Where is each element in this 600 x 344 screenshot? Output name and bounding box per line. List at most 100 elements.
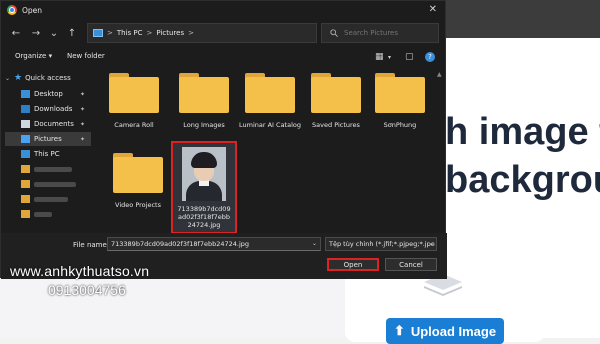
- folder-camera-roll[interactable]: Camera Roll: [101, 73, 167, 129]
- pc-icon: [93, 29, 103, 37]
- scroll-up-icon[interactable]: ▲: [437, 71, 442, 78]
- file-name-label: File name:: [73, 241, 110, 249]
- file-label: Saved Pictures: [312, 121, 360, 129]
- pc-icon: [21, 150, 30, 158]
- folder-icon: [179, 73, 229, 113]
- pin-icon: ✦: [79, 120, 85, 128]
- up-button[interactable]: ↑: [65, 25, 79, 41]
- folder-long-images[interactable]: Long Images: [171, 73, 237, 129]
- image-thumbnail: [182, 147, 226, 201]
- folder-icon: [21, 180, 30, 188]
- folder-icon: [21, 165, 30, 173]
- open-file-dialog: Open ✕ ← → ⌄ ↑ > This PC > Pictures > ⌄ …: [0, 0, 447, 279]
- file-label: 713389b7dcd09ad02f3f18f7ebb24724.jpg: [177, 205, 231, 229]
- watermark-phone: 0913004756: [48, 282, 126, 298]
- folder-video-projects[interactable]: Video Projects: [105, 153, 171, 209]
- recent-locations-button[interactable]: ⌄: [47, 25, 61, 41]
- pin-icon: ✦: [79, 135, 85, 143]
- new-folder-button[interactable]: New folder: [67, 52, 105, 60]
- close-button[interactable]: ✕: [429, 4, 437, 15]
- folder-icon: [21, 195, 30, 203]
- breadcrumb-separator: >: [146, 29, 153, 37]
- blurred-label: [34, 196, 68, 202]
- upload-image-button[interactable]: ⬆ Upload Image: [386, 318, 504, 344]
- folder-icon: [245, 73, 295, 113]
- folder-luminar-ai-catalog[interactable]: Luminar AI Catalog: [237, 73, 303, 129]
- sidebar-item-label: Pictures: [34, 135, 62, 143]
- chrome-icon: [7, 5, 17, 15]
- breadcrumb-pictures[interactable]: Pictures: [156, 29, 184, 37]
- watermark-url: www.anhkythuatso.vn: [10, 263, 150, 279]
- upload-image-label: Upload Image: [410, 323, 497, 339]
- sidebar-item-downloads[interactable]: Downloads ✦: [5, 102, 91, 116]
- help-icon[interactable]: ?: [425, 52, 435, 62]
- sidebar-item-label: This PC: [34, 150, 60, 158]
- navigation-pane: ⌄ ★ Quick access Desktop ✦ Downloads ✦ D…: [5, 71, 91, 231]
- selected-image-file[interactable]: 713389b7dcd09ad02f3f18f7ebb24724.jpg: [171, 141, 237, 234]
- sidebar-item-desktop[interactable]: Desktop ✦: [5, 87, 91, 101]
- folder-icon: [21, 210, 30, 218]
- sidebar-item-this-pc[interactable]: This PC: [5, 147, 91, 161]
- sidebar-item-quick-access[interactable]: ⌄ ★ Quick access: [5, 71, 91, 85]
- search-icon: [330, 29, 338, 37]
- view-dropdown-icon[interactable]: ▾: [388, 54, 391, 61]
- chevron-down-icon[interactable]: ⌄: [312, 240, 317, 247]
- headline-line-1: h image t: [445, 111, 600, 153]
- breadcrumb-this-pc[interactable]: This PC: [117, 29, 143, 37]
- downloads-icon: [21, 105, 30, 113]
- organize-button[interactable]: Organize ▾: [15, 52, 52, 60]
- title-bar: Open: [1, 1, 445, 19]
- forward-button[interactable]: →: [29, 25, 43, 41]
- sidebar-item-label: Desktop: [34, 90, 63, 98]
- navigation-bar: ← → ⌄ ↑ > This PC > Pictures > ⌄ ↻: [1, 23, 447, 45]
- cancel-button[interactable]: Cancel: [385, 258, 437, 271]
- dialog-title: Open: [22, 5, 43, 15]
- pictures-icon: [21, 135, 30, 143]
- file-label: Camera Roll: [114, 121, 154, 129]
- view-options-icon[interactable]: ▦: [375, 52, 384, 62]
- file-label: Long Images: [183, 121, 225, 129]
- back-button[interactable]: ←: [9, 25, 23, 41]
- sidebar-item-blurred[interactable]: [5, 177, 91, 191]
- background-headline: h image t backgrou: [445, 108, 600, 204]
- sidebar-item-label: Quick access: [25, 74, 71, 82]
- chevron-down-icon[interactable]: ⌄: [429, 240, 434, 247]
- folder-sonphung[interactable]: SơnPhung: [367, 73, 433, 129]
- sidebar-item-blurred[interactable]: [5, 207, 91, 221]
- blurred-label: [34, 166, 72, 172]
- pin-icon: ✦: [79, 105, 85, 113]
- headline-line-2: backgrou: [445, 159, 600, 201]
- folder-icon: [109, 73, 159, 113]
- folder-icon: [375, 73, 425, 113]
- file-label: Luminar AI Catalog: [239, 121, 301, 129]
- file-type-select[interactable]: Tệp tùy chỉnh (*.jfif;*.pjpeg;*.jpe: [325, 237, 437, 251]
- file-name-input[interactable]: [107, 237, 321, 251]
- breadcrumb-separator: >: [188, 29, 194, 37]
- blurred-label: [34, 181, 76, 187]
- file-label: SơnPhung: [383, 121, 417, 129]
- pin-icon: ✦: [79, 90, 85, 98]
- sidebar-item-label: Downloads: [34, 105, 73, 113]
- sidebar-item-documents[interactable]: Documents ✦: [5, 117, 91, 131]
- command-toolbar: Organize ▾ New folder ▦ ▾ ▢ ?: [1, 49, 447, 67]
- address-bar[interactable]: > This PC > Pictures > ⌄ ↻: [87, 23, 395, 43]
- background-topbar: [440, 0, 600, 38]
- chevron-down-icon: ⌄: [5, 74, 11, 82]
- upload-icon: ⬆: [393, 323, 405, 338]
- breadcrumb-separator: >: [107, 29, 113, 37]
- preview-pane-icon[interactable]: ▢: [405, 52, 414, 62]
- sidebar-item-pictures[interactable]: Pictures ✦: [5, 132, 91, 146]
- sidebar-item-blurred[interactable]: [5, 162, 91, 176]
- folder-saved-pictures[interactable]: Saved Pictures: [303, 73, 369, 129]
- sidebar-item-label: Documents: [34, 120, 74, 128]
- folder-icon: [113, 153, 163, 193]
- open-button[interactable]: Open: [327, 258, 379, 271]
- blurred-label: [34, 211, 52, 217]
- file-label: Video Projects: [115, 201, 161, 209]
- search-box[interactable]: [321, 23, 439, 43]
- search-input[interactable]: [344, 29, 434, 37]
- documents-icon: [21, 120, 30, 128]
- vertical-scrollbar[interactable]: ▲: [437, 71, 443, 231]
- sidebar-item-blurred[interactable]: [5, 192, 91, 206]
- file-list: Camera Roll Long Images Luminar AI Catal…: [97, 67, 437, 234]
